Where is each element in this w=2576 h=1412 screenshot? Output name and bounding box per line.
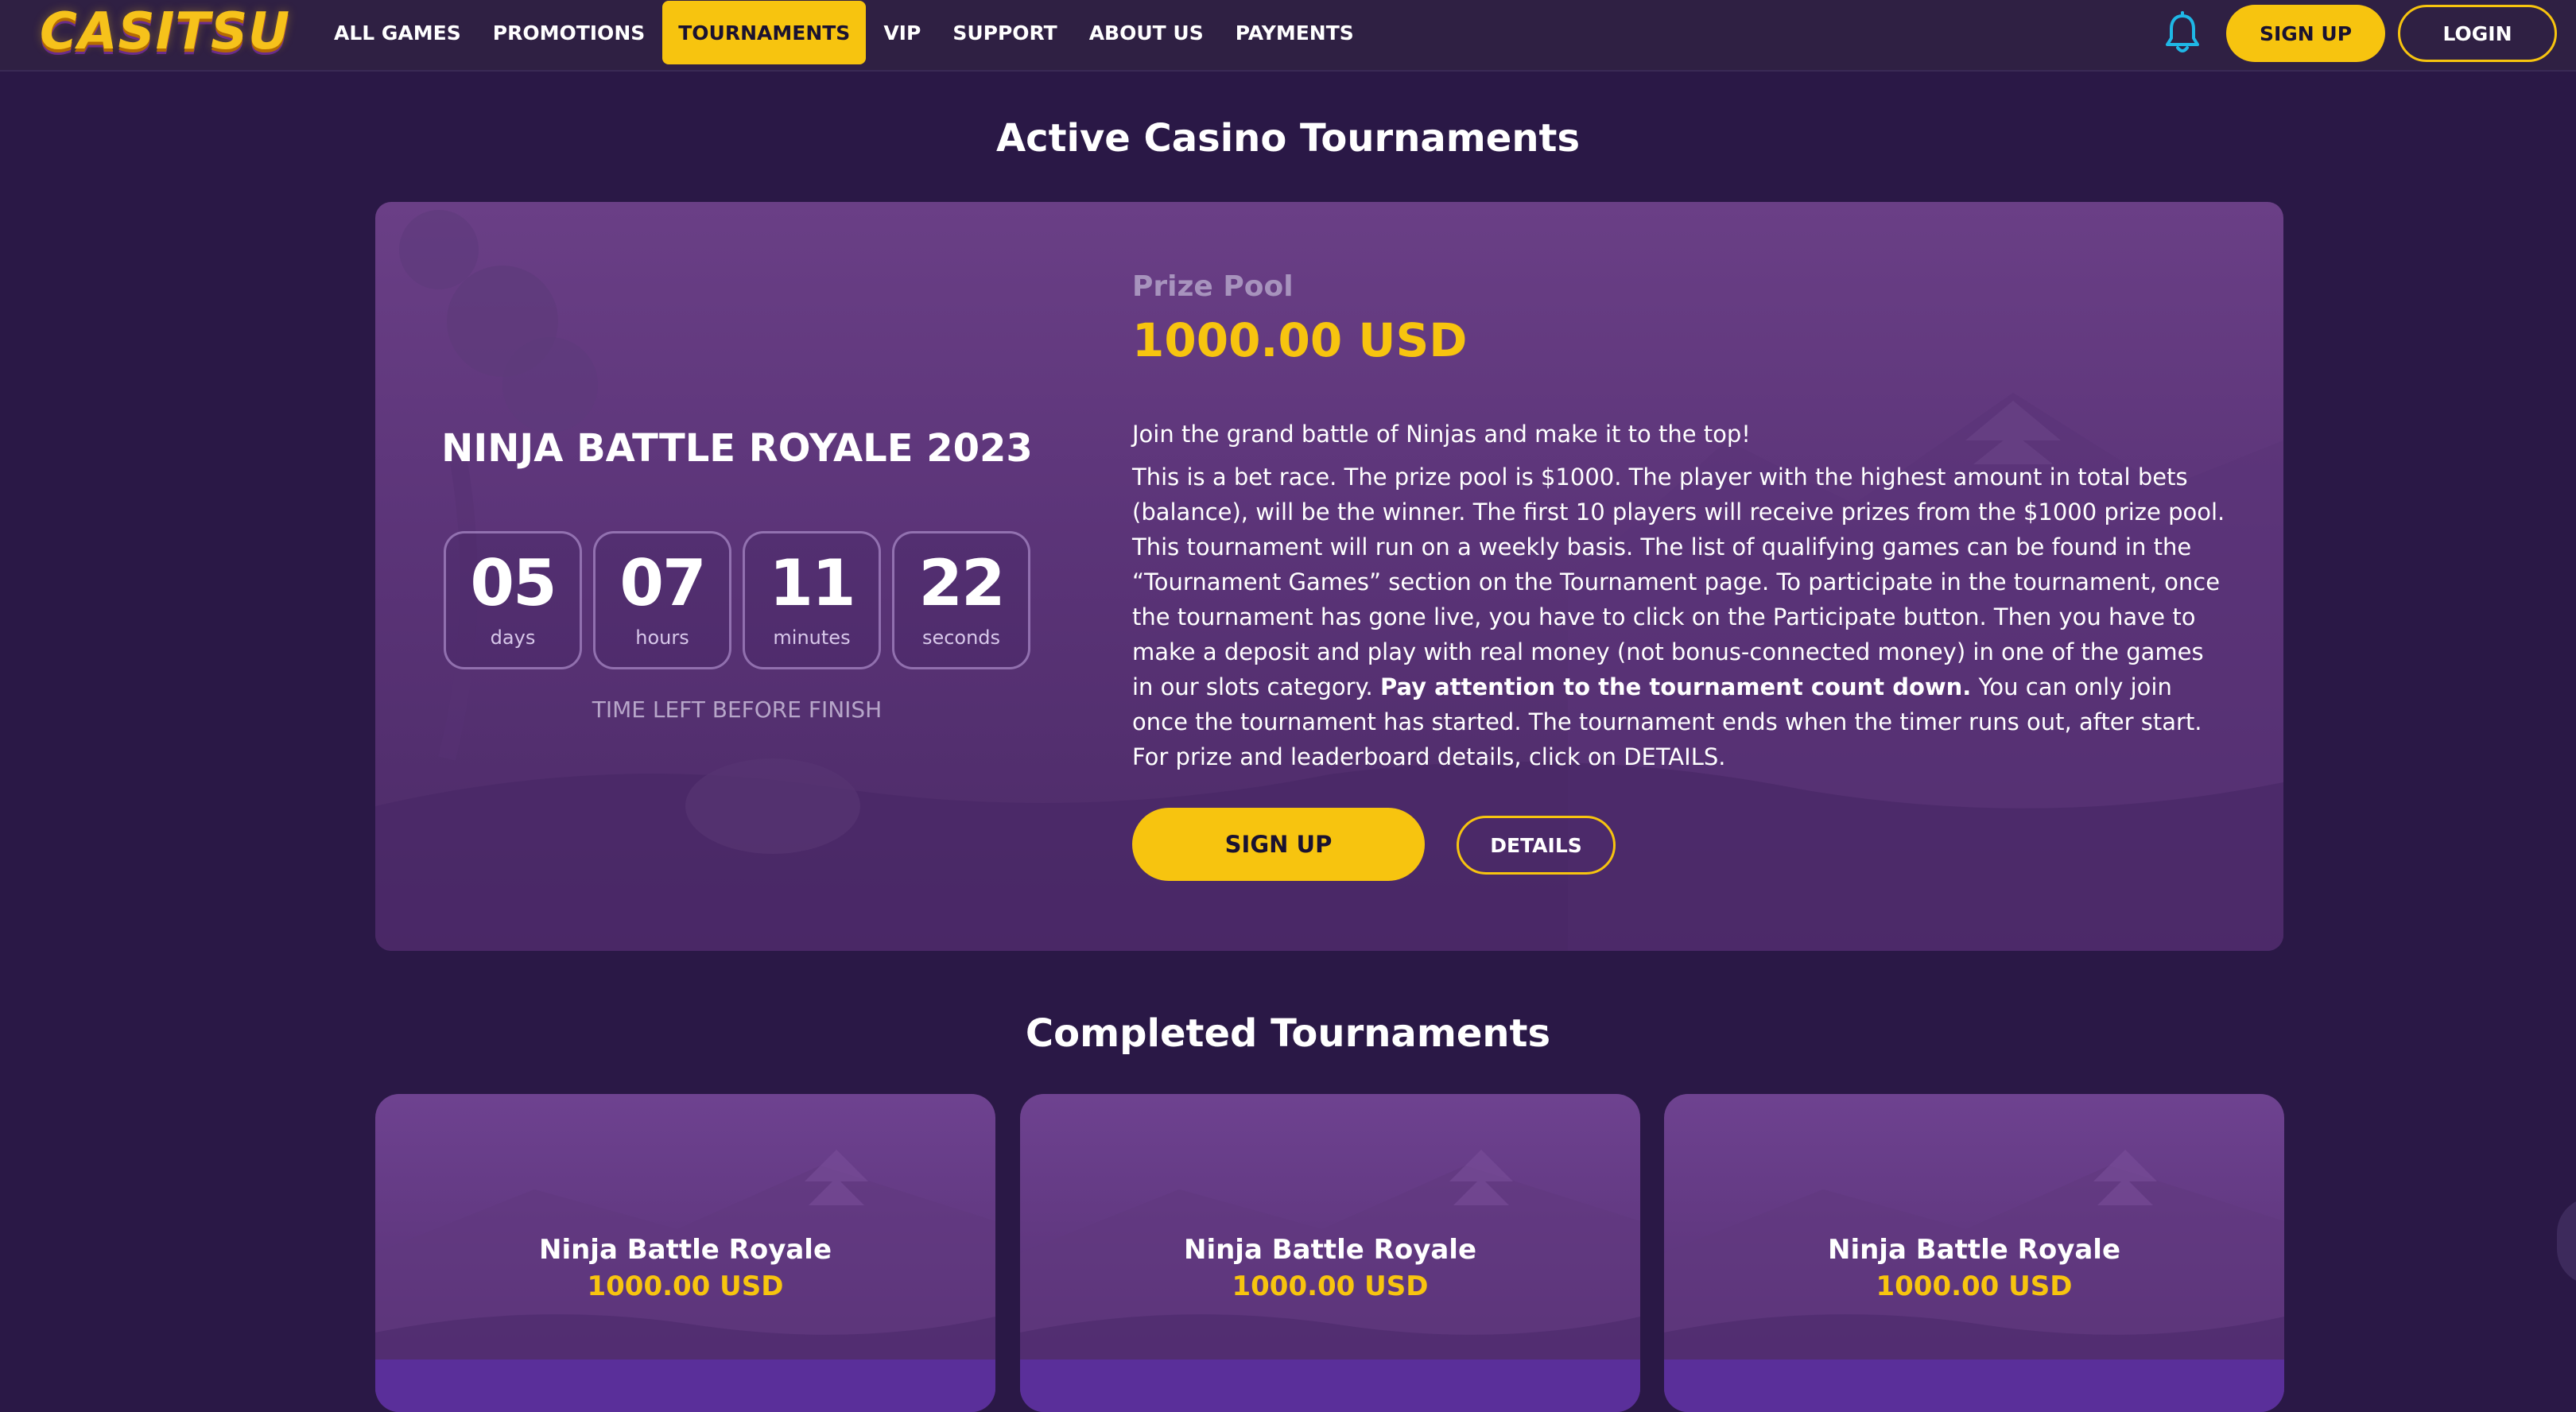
live-chat-button[interactable] — [2557, 1197, 2576, 1285]
completed-tournament-card[interactable]: Ninja Battle Royale 1000.00 USD — [375, 1094, 995, 1412]
countdown-unit: minutes — [773, 626, 851, 649]
description-emphasis: Pay attention to the tournament count do… — [1380, 673, 1972, 700]
active-tournament-card: NINJA BATTLE ROYALE 2023 05 days 07 hour… — [375, 202, 2283, 951]
completed-tournaments-title: Completed Tournaments — [1025, 1011, 1551, 1056]
header-login-button[interactable]: LOGIN — [2398, 5, 2557, 62]
countdown-timer: 05 days 07 hours 11 minutes 22 seconds — [444, 531, 1030, 669]
card-footer-bar — [1664, 1360, 2284, 1412]
countdown-hours: 07 hours — [593, 531, 731, 669]
completed-tournament-prize: 1000.00 USD — [1876, 1270, 2073, 1302]
nav-payments[interactable]: PAYMENTS — [1220, 1, 1370, 64]
countdown-value: 07 — [619, 546, 706, 620]
nav-tournaments[interactable]: TOURNAMENTS — [662, 1, 867, 64]
card-footer-bar — [375, 1360, 995, 1412]
top-navigation-bar: CASITSU ALL GAMES PROMOTIONS TOURNAMENTS… — [0, 0, 2576, 72]
countdown-seconds: 22 seconds — [892, 531, 1030, 669]
nav-promotions[interactable]: PROMOTIONS — [477, 1, 661, 64]
tournament-description: Join the grand battle of Ninjas and make… — [1132, 417, 2229, 782]
completed-tournament-name: Ninja Battle Royale — [538, 1234, 832, 1266]
bell-icon[interactable] — [2163, 11, 2202, 56]
countdown-value: 05 — [470, 546, 557, 620]
completed-tournament-prize: 1000.00 USD — [1232, 1270, 1429, 1302]
description-body: This is a bet race. The prize pool is $1… — [1132, 460, 2229, 774]
tournament-signup-button[interactable]: SIGN UP — [1132, 808, 1425, 881]
active-tournaments-title: Active Casino Tournaments — [995, 116, 1581, 161]
nav-vip[interactable]: VIP — [867, 1, 937, 64]
time-left-label: TIME LEFT BEFORE FINISH — [592, 696, 883, 723]
countdown-minutes: 11 minutes — [743, 531, 881, 669]
countdown-unit: days — [490, 626, 536, 649]
nav-all-games[interactable]: ALL GAMES — [318, 1, 477, 64]
main-nav: ALL GAMES PROMOTIONS TOURNAMENTS VIP SUP… — [318, 0, 1370, 65]
tournament-details-button[interactable]: DETAILS — [1457, 816, 1616, 875]
countdown-value: 22 — [918, 546, 1005, 620]
nav-about-us[interactable]: ABOUT US — [1073, 1, 1220, 64]
header-signup-button[interactable]: SIGN UP — [2226, 5, 2385, 62]
completed-tournament-card[interactable]: Ninja Battle Royale 1000.00 USD — [1020, 1094, 1640, 1412]
active-tournament-name: NINJA BATTLE ROYALE 2023 — [441, 426, 1033, 471]
completed-tournament-card[interactable]: Ninja Battle Royale 1000.00 USD — [1664, 1094, 2284, 1412]
casitsu-logo[interactable]: CASITSU — [40, 2, 289, 62]
completed-tournament-name: Ninja Battle Royale — [1827, 1234, 2121, 1266]
completed-tournament-name: Ninja Battle Royale — [1183, 1234, 1477, 1266]
nav-support[interactable]: SUPPORT — [937, 1, 1073, 64]
description-intro: Join the grand battle of Ninjas and make… — [1132, 421, 1751, 448]
card-footer-bar — [1020, 1360, 1640, 1412]
description-text: This is a bet race. The prize pool is $1… — [1132, 464, 2225, 700]
countdown-days: 05 days — [444, 531, 582, 669]
countdown-unit: seconds — [921, 626, 1001, 649]
countdown-unit: hours — [635, 626, 689, 649]
prize-pool-label: Prize Pool — [1132, 270, 1294, 303]
countdown-value: 11 — [769, 546, 855, 620]
completed-tournament-prize: 1000.00 USD — [587, 1270, 784, 1302]
prize-pool-value: 1000.00 USD — [1132, 313, 1468, 367]
